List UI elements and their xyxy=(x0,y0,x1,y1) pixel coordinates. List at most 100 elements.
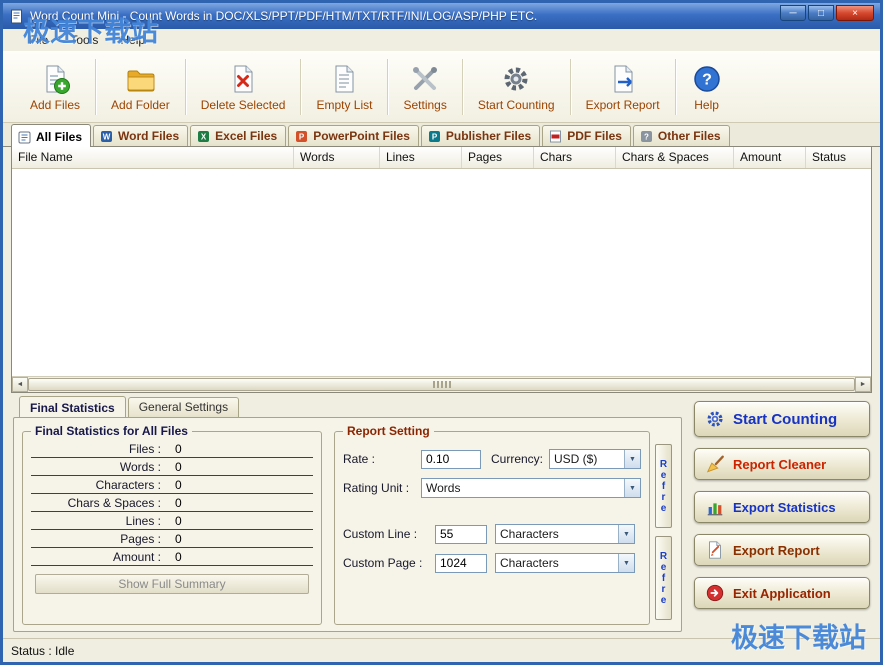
rating-unit-value: Words xyxy=(422,481,624,495)
maximize-button[interactable]: □ xyxy=(808,5,834,21)
column-amount[interactable]: Amount xyxy=(734,147,806,168)
toolbar-help-button[interactable]: ? Help xyxy=(676,59,738,116)
start-counting-button[interactable]: Start Counting xyxy=(694,401,870,437)
tab-all-files[interactable]: All Files xyxy=(11,124,91,147)
dropdown-arrow-icon: ▼ xyxy=(624,450,640,468)
bottom-tabs: Final Statistics General Settings xyxy=(13,397,682,417)
custom-page-input[interactable] xyxy=(435,554,487,573)
scrollbar-thumb[interactable] xyxy=(28,378,855,391)
tab-word-files[interactable]: W Word Files xyxy=(93,125,188,146)
stat-row-files: Files : 0 xyxy=(31,440,313,458)
document-pencil-icon xyxy=(705,540,725,560)
menu-help[interactable]: Help xyxy=(120,33,145,47)
custom-page-unit-value: Characters xyxy=(496,556,618,570)
tab-pdf-files[interactable]: PDF Files xyxy=(542,125,631,146)
tab-label: All Files xyxy=(36,130,82,144)
stat-label: Files : xyxy=(31,442,161,456)
toolbar-start-counting-button[interactable]: Start Counting xyxy=(463,59,570,116)
empty-list-icon xyxy=(328,63,360,95)
show-full-summary-button[interactable]: Show Full Summary xyxy=(35,574,309,594)
toolbar-delete-selected-button[interactable]: Delete Selected xyxy=(186,59,301,116)
toolbar-export-report-button[interactable]: Export Report xyxy=(571,59,675,116)
tab-general-settings[interactable]: General Settings xyxy=(128,397,239,417)
tab-label: Word Files xyxy=(118,129,179,143)
rate-input[interactable] xyxy=(421,450,481,469)
horizontal-scrollbar[interactable]: ◄ ► xyxy=(12,376,871,392)
svg-text:?: ? xyxy=(644,132,649,141)
column-chars[interactable]: Chars xyxy=(534,147,616,168)
custom-line-unit-select[interactable]: Characters ▼ xyxy=(495,524,635,544)
column-pages[interactable]: Pages xyxy=(462,147,534,168)
column-file-name[interactable]: File Name xyxy=(12,147,294,168)
svg-text:?: ? xyxy=(702,71,712,88)
toolbar-settings-button[interactable]: Settings xyxy=(388,59,461,116)
toolbar-label: Delete Selected xyxy=(201,98,286,112)
app-icon xyxy=(9,9,24,24)
custom-page-unit-select[interactable]: Characters ▼ xyxy=(495,553,635,573)
stat-row-chars-spaces: Chars & Spaces : 0 xyxy=(31,494,313,512)
stat-value: 0 xyxy=(175,532,182,546)
scroll-left-icon[interactable]: ◄ xyxy=(12,377,28,392)
stat-label: Lines : xyxy=(31,514,161,528)
broom-icon xyxy=(705,454,725,474)
custom-line-input[interactable] xyxy=(435,525,487,544)
stat-row-characters: Characters : 0 xyxy=(31,476,313,494)
stat-row-words: Words : 0 xyxy=(31,458,313,476)
scrollbar-grip-icon xyxy=(433,381,451,388)
tab-excel-files[interactable]: X Excel Files xyxy=(190,125,286,146)
custom-line-unit-value: Characters xyxy=(496,527,618,541)
column-chars-spaces[interactable]: Chars & Spaces xyxy=(616,147,734,168)
pdf-file-icon xyxy=(549,130,562,143)
tab-label: Publisher Files xyxy=(446,129,531,143)
settings-icon xyxy=(409,63,441,95)
stats-group-title: Final Statistics for All Files xyxy=(31,424,192,438)
tab-label: PowerPoint Files xyxy=(313,129,410,143)
menu-file[interactable]: File xyxy=(29,33,48,47)
minimize-button[interactable]: ─ xyxy=(780,5,806,21)
help-icon: ? xyxy=(691,63,723,95)
rating-unit-label: Rating Unit : xyxy=(343,481,421,495)
toolbar-add-folder-button[interactable]: Add Folder xyxy=(96,59,185,116)
export-statistics-button[interactable]: Export Statistics xyxy=(694,491,870,523)
close-button[interactable]: × xyxy=(836,5,874,21)
stat-row-pages: Pages : 0 xyxy=(31,530,313,548)
rating-unit-select[interactable]: Words ▼ xyxy=(421,478,641,498)
tab-publisher-files[interactable]: P Publisher Files xyxy=(421,125,540,146)
file-table: File Name Words Lines Pages Chars Chars … xyxy=(11,147,872,393)
window-controls: ─ □ × xyxy=(780,5,874,21)
toolbar-label: Start Counting xyxy=(478,98,555,112)
bottom-section: Final Statistics General Settings Final … xyxy=(3,393,880,638)
menu-tools[interactable]: Tools xyxy=(70,33,98,47)
tab-final-statistics[interactable]: Final Statistics xyxy=(19,396,126,418)
column-lines[interactable]: Lines xyxy=(380,147,462,168)
currency-select[interactable]: USD ($) ▼ xyxy=(549,449,641,469)
toolbar: Add Files Add Folder Delete Selected Emp… xyxy=(3,51,880,123)
window-title: Word Count Mini - Count Words in DOC/XLS… xyxy=(30,9,774,23)
export-report-button[interactable]: Export Report xyxy=(694,534,870,566)
stat-label: Words : xyxy=(31,460,161,474)
stat-value: 0 xyxy=(175,550,182,564)
stat-label: Amount : xyxy=(31,550,161,564)
svg-text:X: X xyxy=(201,132,207,141)
refresh-button-bottom[interactable]: Refre xyxy=(655,536,672,620)
toolbar-empty-list-button[interactable]: Empty List xyxy=(301,59,387,116)
action-label: Start Counting xyxy=(733,411,837,428)
currency-value: USD ($) xyxy=(550,452,624,466)
tab-powerpoint-files[interactable]: P PowerPoint Files xyxy=(288,125,419,146)
tab-other-files[interactable]: ? Other Files xyxy=(633,125,730,146)
toolbar-add-files-button[interactable]: Add Files xyxy=(15,59,95,116)
refresh-button-top[interactable]: Refre xyxy=(655,444,672,528)
dropdown-arrow-icon: ▼ xyxy=(624,479,640,497)
stat-value: 0 xyxy=(175,442,182,456)
svg-text:P: P xyxy=(432,132,438,141)
status-bar: Status : Idle xyxy=(3,638,880,662)
column-status[interactable]: Status xyxy=(806,147,871,168)
excel-file-icon: X xyxy=(197,130,210,143)
report-cleaner-button[interactable]: Report Cleaner xyxy=(694,448,870,480)
powerpoint-file-icon: P xyxy=(295,130,308,143)
stat-value: 0 xyxy=(175,496,182,510)
app-window: Word Count Mini - Count Words in DOC/XLS… xyxy=(0,0,883,665)
scroll-right-icon[interactable]: ► xyxy=(855,377,871,392)
column-words[interactable]: Words xyxy=(294,147,380,168)
exit-application-button[interactable]: Exit Application xyxy=(694,577,870,609)
